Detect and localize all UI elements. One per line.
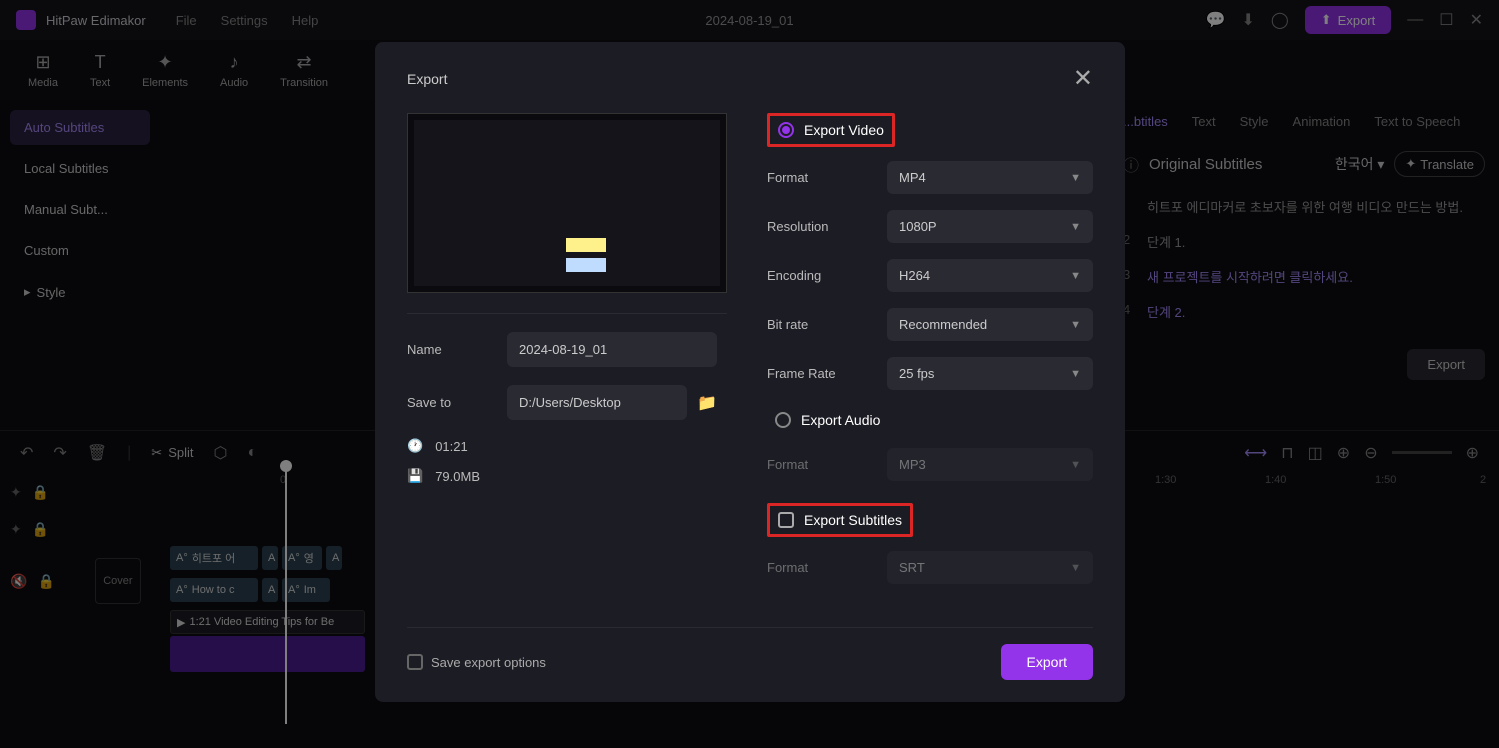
format-select[interactable]: MP4▼ (887, 161, 1093, 194)
chevron-down-icon: ▼ (1070, 368, 1081, 380)
chevron-down-icon: ▼ (1070, 172, 1081, 184)
save-icon: 💾 (407, 468, 423, 484)
resolution-label: Resolution (767, 219, 887, 234)
framerate-select[interactable]: 25 fps▼ (887, 357, 1093, 390)
encoding-select[interactable]: H264▼ (887, 259, 1093, 292)
chevron-down-icon: ▼ (1070, 319, 1081, 331)
export-video-radio[interactable]: Export Video (767, 113, 895, 147)
audio-format-label: Format (767, 457, 887, 472)
bitrate-label: Bit rate (767, 317, 887, 332)
export-audio-radio[interactable]: Export Audio (767, 406, 1093, 434)
bitrate-select[interactable]: Recommended▼ (887, 308, 1093, 341)
modal-title: Export (407, 71, 447, 87)
framerate-label: Frame Rate (767, 366, 887, 381)
clock-icon: 🕐 (407, 438, 423, 454)
export-modal: Export ✕ Name Save to 📁 🕐 01:21 (375, 42, 1125, 702)
radio-checked-icon (778, 122, 794, 138)
radio-icon (775, 412, 791, 428)
resolution-select[interactable]: 1080P▼ (887, 210, 1093, 243)
export-button[interactable]: Export (1001, 644, 1093, 680)
subtitle-format-select: SRT▼ (887, 551, 1093, 584)
export-preview (407, 113, 727, 293)
name-input[interactable] (507, 332, 717, 367)
close-icon[interactable]: ✕ (1073, 64, 1093, 93)
format-label: Format (767, 170, 887, 185)
subtitle-format-label: Format (767, 560, 887, 575)
encoding-label: Encoding (767, 268, 887, 283)
chevron-down-icon: ▼ (1070, 459, 1081, 471)
save-options-checkbox[interactable]: Save export options (407, 654, 546, 670)
audio-format-select: MP3▼ (887, 448, 1093, 481)
filesize-meta: 💾 79.0MB (407, 468, 727, 484)
name-label: Name (407, 342, 507, 357)
folder-icon[interactable]: 📁 (697, 393, 717, 413)
checkbox-icon (407, 654, 423, 670)
saveto-input[interactable] (507, 385, 687, 420)
export-subtitles-check[interactable]: Export Subtitles (767, 503, 913, 537)
chevron-down-icon: ▼ (1070, 270, 1081, 282)
checkbox-icon (778, 512, 794, 528)
chevron-down-icon: ▼ (1070, 221, 1081, 233)
chevron-down-icon: ▼ (1070, 562, 1081, 574)
saveto-label: Save to (407, 395, 507, 410)
duration-meta: 🕐 01:21 (407, 438, 727, 454)
